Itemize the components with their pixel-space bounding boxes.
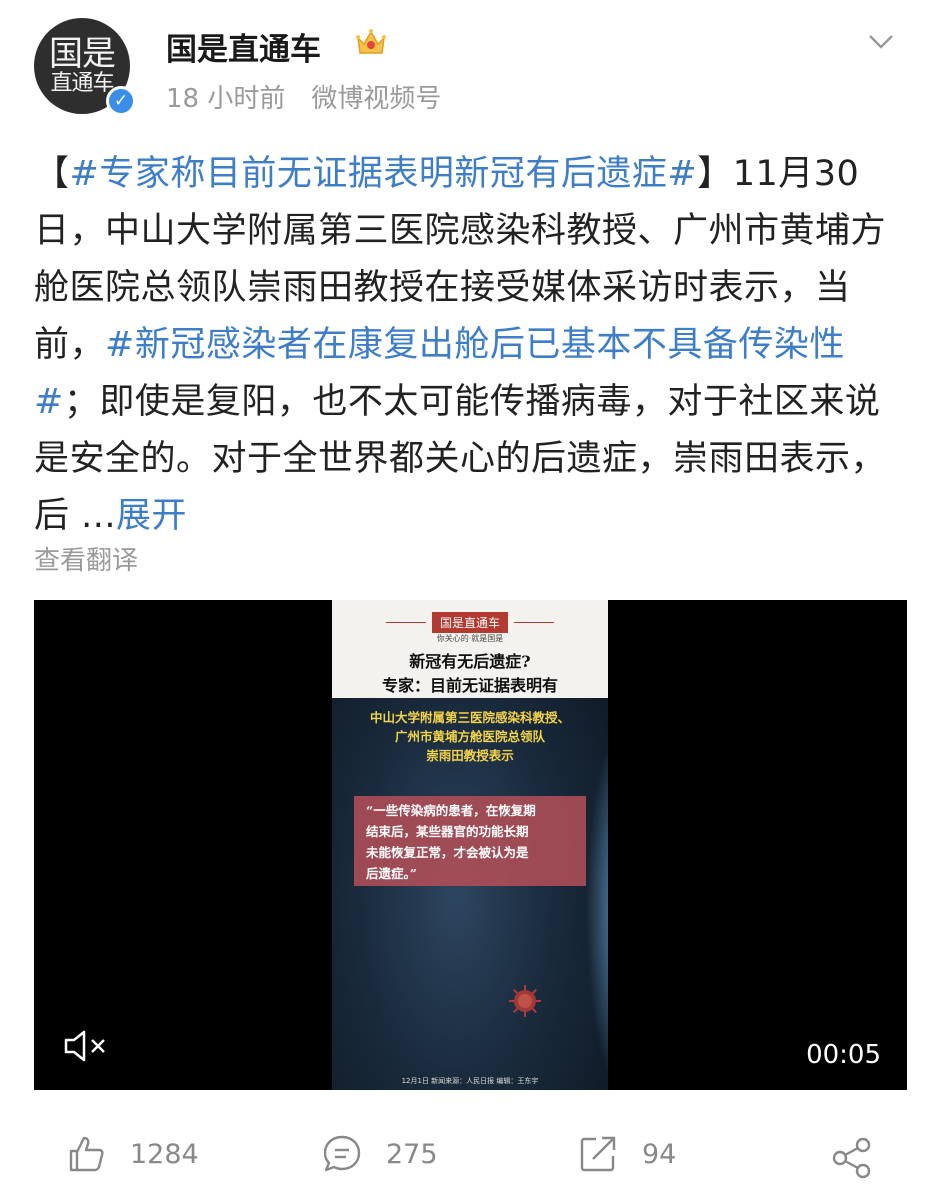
avatar-text-bottom: 直通车 xyxy=(50,71,114,97)
earth-glow xyxy=(586,720,608,1090)
like-button[interactable]: 1284 xyxy=(66,1134,199,1174)
comment-button[interactable]: 275 xyxy=(322,1134,438,1174)
quote-line: 后遗症。” xyxy=(366,866,417,881)
comment-count: 275 xyxy=(386,1138,438,1170)
share-icon[interactable] xyxy=(830,1136,874,1180)
post-text: 【#专家称目前无证据表明新冠有后遗症#】11月30日，中山大学附属第三医院感染科… xyxy=(34,146,900,545)
caption-line: 广州市黄埔方舱医院总领队 xyxy=(394,729,545,744)
video-player[interactable]: 国是直通车 你关心的·就是国是 新冠有无后遗症? 专家：目前无证据表明有 中山大… xyxy=(34,600,907,1090)
like-count: 1284 xyxy=(130,1138,199,1170)
video-credit: 12月1日 新闻来源：人民日报 编辑：王东宇 xyxy=(401,1077,539,1085)
post-meta: 18 小时前 微博视频号 xyxy=(166,78,441,115)
bracket-close: 】 xyxy=(697,154,733,194)
divider xyxy=(514,622,554,623)
bracket-open: 【 xyxy=(34,154,70,194)
avatar-text-top: 国是 xyxy=(49,33,116,74)
video-answer: 专家：目前无证据表明有 xyxy=(381,676,558,695)
post-time: 18 小时前 xyxy=(166,84,286,114)
video-question: 新冠有无后遗症? xyxy=(409,652,531,671)
repost-button[interactable]: 94 xyxy=(578,1134,676,1174)
video-brand: 国是直通车 xyxy=(431,612,508,633)
video-brand-row: 国是直通车 xyxy=(332,612,608,633)
translate-link[interactable]: 查看翻译 xyxy=(34,540,138,577)
chevron-down-icon[interactable] xyxy=(866,30,896,54)
hashtag-link[interactable]: #专家称目前无证据表明新冠有后遗症# xyxy=(70,154,698,194)
expand-link[interactable]: 展开 xyxy=(116,496,187,536)
repost-icon xyxy=(580,1136,616,1172)
like-icon xyxy=(69,1136,104,1172)
repost-count: 94 xyxy=(642,1138,677,1170)
action-bar: 1284 275 94 xyxy=(0,1126,932,1182)
post-source[interactable]: 微博视频号 xyxy=(311,84,441,114)
video-duration: 00:05 xyxy=(806,1040,881,1070)
verified-icon: ✓ xyxy=(106,86,136,116)
comment-icon xyxy=(323,1135,361,1172)
caption-line: 崇雨田教授表示 xyxy=(426,748,514,763)
caption-line: 中山大学附属第三医院感染科教授、 xyxy=(369,710,570,725)
video-speaker-caption: 中山大学附属第三医院感染科教授、 广州市黄埔方舱医院总领队 崇雨田教授表示 xyxy=(332,708,608,765)
quote-line: “一些传染病的患者，在恢复期 xyxy=(366,803,536,818)
divider xyxy=(385,622,426,623)
username[interactable]: 国是直通车 xyxy=(166,24,321,69)
mute-icon[interactable] xyxy=(62,1028,108,1064)
quote-line: 未能恢复正常，才会被认为是 xyxy=(366,845,529,860)
crown-icon xyxy=(356,29,386,54)
video-quote-box: “一些传染病的患者，在恢复期 结束后，某些器官的功能长期 未能恢复正常，才会被认… xyxy=(354,796,586,886)
video-frame: 国是直通车 你关心的·就是国是 新冠有无后遗症? 专家：目前无证据表明有 中山大… xyxy=(332,600,608,1090)
quote-line: 结束后，某些器官的功能长期 xyxy=(366,824,529,839)
video-slogan: 你关心的·就是国是 xyxy=(436,634,504,643)
virus-icon xyxy=(509,985,541,1017)
